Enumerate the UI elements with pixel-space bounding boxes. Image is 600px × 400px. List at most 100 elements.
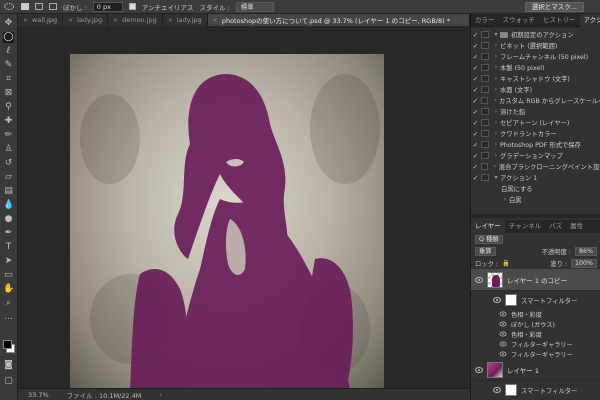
dialog-toggle[interactable] — [481, 108, 489, 115]
tab-layers[interactable]: レイヤー — [471, 220, 505, 233]
dialog-toggle[interactable] — [481, 174, 489, 181]
tab-lady-2[interactable]: × lady.jpg — [162, 14, 208, 26]
list-item[interactable]: ✓ › カスタム RGB からグレースケールへ — [471, 95, 600, 106]
close-icon[interactable]: × — [213, 17, 218, 24]
select-and-mask-button[interactable]: 選択とマスク... — [524, 2, 584, 12]
lock-icon[interactable]: 🔒 — [502, 259, 510, 267]
selection-mode-new-icon[interactable] — [21, 3, 29, 10]
check-icon[interactable]: ✓ — [471, 86, 480, 94]
chevron-right-icon[interactable]: › — [492, 108, 500, 115]
check-icon[interactable]: ✓ — [471, 130, 480, 138]
list-item[interactable]: ✓ › セピアトーン (レイヤー) — [471, 117, 600, 128]
close-icon[interactable]: × — [23, 17, 28, 24]
canvas-area[interactable] — [18, 26, 470, 389]
close-icon[interactable]: × — [168, 17, 173, 24]
filter-item[interactable]: 色相・彩度 — [471, 329, 600, 339]
check-icon[interactable]: ✓ — [471, 152, 480, 160]
chevron-down-icon[interactable]: ▾ — [492, 174, 500, 181]
path-select-icon[interactable]: ➤ — [3, 256, 14, 267]
tab-properties[interactable]: 属性 — [566, 220, 587, 233]
brush-icon[interactable]: ✏ — [3, 130, 14, 141]
lasso-tool-icon[interactable] — [3, 2, 15, 12]
filter-item[interactable]: フィルターギャラリー — [471, 339, 600, 349]
chevron-right-icon[interactable]: › — [501, 196, 509, 203]
history-brush-icon[interactable]: ↺ — [3, 158, 14, 169]
list-item[interactable]: ✓ › クワドラントカラー — [471, 128, 600, 139]
list-item[interactable]: ✓ › ビネット (選択範囲) — [471, 40, 600, 51]
tab-swatches[interactable]: スウォッチ — [499, 14, 540, 27]
close-icon[interactable]: × — [113, 17, 118, 24]
check-icon[interactable]: ✓ — [471, 42, 480, 50]
eye-icon[interactable] — [499, 351, 507, 357]
list-item[interactable]: 白黒にする — [471, 183, 600, 194]
list-item[interactable]: ✓ › Photoshop PDF 形式で保存 — [471, 139, 600, 150]
zoom-tool-icon[interactable]: ⌕ — [3, 298, 14, 309]
chevron-right-icon[interactable]: › — [491, 97, 499, 104]
list-item[interactable]: ✓ › 水面 (文字) — [471, 84, 600, 95]
document-canvas[interactable] — [70, 54, 384, 389]
filter-item[interactable]: ぼかし (ガウス) — [471, 319, 600, 329]
list-item[interactable]: ✓ ▾ アクション 1 — [471, 172, 600, 183]
eye-icon[interactable] — [499, 341, 507, 347]
tab-channels[interactable]: チャンネル — [505, 220, 545, 233]
check-icon[interactable]: ✓ — [471, 174, 480, 182]
chevron-right-icon[interactable]: › — [492, 75, 500, 82]
clone-stamp-icon[interactable]: ♙ — [3, 144, 14, 155]
crop-icon[interactable]: ⌗ — [3, 74, 14, 85]
blur-tool-icon[interactable]: 💧 — [3, 200, 14, 211]
list-item[interactable]: › 白黒 — [471, 194, 600, 205]
lasso-icon[interactable]: ℓ — [3, 46, 14, 57]
dialog-toggle[interactable] — [481, 119, 489, 126]
quick-mask-icon[interactable]: ◙ — [3, 360, 14, 371]
chevron-down-icon[interactable]: ▾ — [492, 31, 500, 38]
tab-lady[interactable]: × lady.jpg — [63, 14, 109, 26]
dialog-toggle[interactable] — [481, 130, 489, 137]
dialog-toggle[interactable] — [480, 163, 489, 170]
chevron-right-icon[interactable]: › — [492, 119, 500, 126]
eye-icon[interactable] — [475, 366, 483, 373]
chevron-right-icon[interactable]: › — [492, 42, 500, 49]
blend-mode-select[interactable]: 乗算 — [475, 246, 496, 256]
close-icon[interactable]: × — [68, 17, 73, 24]
smart-filter-row[interactable]: スマートフィルター — [471, 291, 600, 309]
screen-mode-icon[interactable]: ▢ — [3, 376, 14, 387]
style-select[interactable]: 標準 — [235, 1, 274, 12]
opacity-input[interactable]: 86% — [575, 246, 597, 256]
chevron-right-icon[interactable]: › — [491, 163, 499, 170]
chevron-right-icon[interactable]: › — [492, 53, 500, 60]
tab-wall[interactable]: × wall.jpg — [18, 14, 64, 26]
tab-paths[interactable]: パス — [545, 220, 566, 233]
check-icon[interactable]: ✓ — [471, 64, 480, 72]
eyedropper-icon[interactable]: ⚲ — [3, 102, 14, 113]
dialog-toggle[interactable] — [481, 86, 489, 93]
frame-icon[interactable]: ⊠ — [3, 88, 14, 99]
layer-kind-filter[interactable]: Q 種類 — [475, 234, 503, 244]
dodge-icon[interactable]: ● — [3, 214, 14, 225]
type-tool-icon[interactable]: T — [3, 242, 14, 253]
antialias-checkbox[interactable] — [128, 3, 136, 10]
selection-mode-subtract-icon[interactable] — [49, 3, 57, 10]
tab-psd-active[interactable]: × photoshopの使い方について.psd @ 33.7% (レイヤー 1 の… — [207, 14, 470, 26]
gradient-icon[interactable]: ▤ — [3, 186, 14, 197]
tab-history[interactable]: ヒストリー — [539, 14, 580, 27]
move-tool-icon[interactable]: ✥ — [3, 18, 14, 29]
tab-demon[interactable]: × demon.jpg — [108, 14, 163, 26]
list-item[interactable]: ✓ › キャストシャドウ (文字) — [471, 73, 600, 84]
eye-icon[interactable] — [499, 321, 507, 327]
tab-color[interactable]: カラー — [471, 14, 499, 27]
dialog-toggle[interactable] — [481, 31, 489, 38]
blur-input[interactable]: 0 px — [92, 1, 123, 12]
list-item[interactable]: ✓ › 木製 (50 pixel) — [471, 62, 600, 73]
check-icon[interactable]: ✓ — [471, 53, 480, 61]
chevron-right-icon[interactable]: › — [159, 391, 162, 399]
chevron-right-icon[interactable]: › — [492, 130, 500, 137]
eye-icon[interactable] — [475, 276, 483, 283]
tab-actions[interactable]: アクション — [579, 14, 600, 27]
selection-mode-add-icon[interactable] — [35, 3, 43, 10]
dialog-toggle[interactable] — [481, 75, 489, 82]
dialog-toggle[interactable] — [481, 53, 489, 60]
dialog-toggle[interactable] — [481, 42, 489, 49]
more-tools-icon[interactable]: … — [3, 312, 14, 323]
check-icon[interactable]: ✓ — [471, 75, 480, 83]
eye-icon[interactable] — [493, 387, 501, 393]
